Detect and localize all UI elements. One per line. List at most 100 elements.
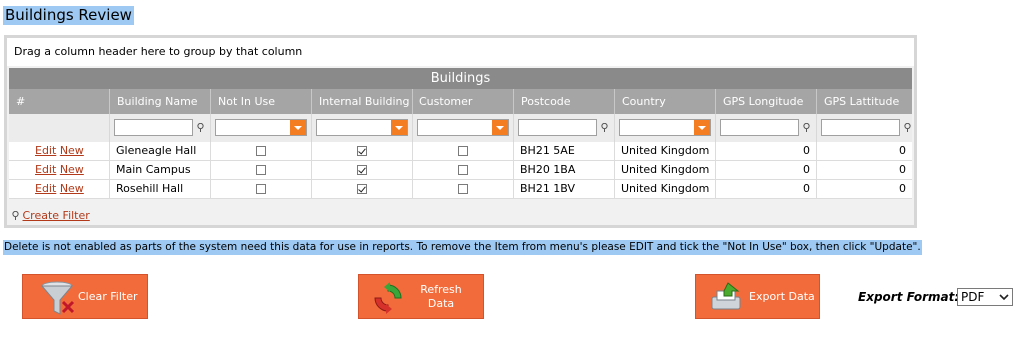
- funnel-icon: [40, 281, 75, 315]
- internal-building-cell: [312, 142, 413, 160]
- column-header-postcode[interactable]: Postcode: [514, 89, 615, 114]
- row-actions: Edit New: [9, 161, 110, 179]
- grid-caption: Buildings: [9, 68, 912, 89]
- column-header-internal-building[interactable]: Internal Building: [312, 89, 413, 114]
- edit-link[interactable]: Edit: [35, 182, 56, 195]
- not-in-use-cell: [211, 161, 312, 179]
- internal-building-cell: [312, 161, 413, 179]
- not-in-use-cell: [211, 180, 312, 198]
- new-link[interactable]: New: [60, 182, 84, 195]
- column-header-number[interactable]: #: [9, 89, 110, 114]
- building-name-cell: Rosehill Hall: [110, 180, 211, 198]
- chevron-down-icon[interactable]: [492, 120, 508, 135]
- gps-longitude-cell: 0: [716, 161, 817, 179]
- filter-pin-icon[interactable]: [803, 123, 810, 132]
- internal-building-cell: [312, 180, 413, 198]
- filter-dropdown-internal-building[interactable]: [316, 119, 408, 136]
- filter-cell-gps-longitude: [716, 114, 817, 142]
- new-link[interactable]: New: [60, 163, 84, 176]
- customer-building-cell: [413, 161, 514, 179]
- export-format-value: PDF: [961, 290, 985, 304]
- export-data-button[interactable]: Export Data: [695, 274, 820, 319]
- filter-pin-icon: [12, 210, 19, 220]
- filter-row: [9, 114, 912, 142]
- row-actions: Edit New: [9, 180, 110, 198]
- internal-building-checkbox[interactable]: [357, 165, 367, 175]
- gps-lattitude-cell: 0: [899, 144, 906, 157]
- postcode-cell: BH20 1BA: [514, 161, 615, 179]
- gps-lattitude-cell: 0: [899, 163, 906, 176]
- buildings-grid: Drag a column header here to group by th…: [4, 35, 917, 228]
- column-header-gps-longitude[interactable]: GPS Longitude: [716, 89, 817, 114]
- edit-link[interactable]: Edit: [35, 163, 56, 176]
- customer-building-cell: [413, 180, 514, 198]
- group-by-panel[interactable]: Drag a column header here to group by th…: [7, 38, 914, 66]
- refresh-icon: [374, 282, 402, 314]
- row-actions: Edit New: [9, 142, 110, 160]
- not-in-use-checkbox[interactable]: [256, 184, 266, 194]
- gps-lattitude-cell: 0: [899, 182, 906, 195]
- refresh-data-label: Refresh Data: [415, 283, 467, 311]
- filter-pin-icon[interactable]: [197, 123, 204, 132]
- column-header-country[interactable]: Country: [615, 89, 716, 114]
- not-in-use-checkbox[interactable]: [256, 146, 266, 156]
- table-row: Edit New Rosehill Hall BH21 1BV United K…: [9, 180, 912, 199]
- filter-pin-icon[interactable]: [601, 123, 608, 132]
- customer-building-checkbox[interactable]: [458, 165, 468, 175]
- customer-building-checkbox[interactable]: [458, 184, 468, 194]
- export-format-label: Export Format:: [858, 290, 960, 304]
- filter-cell-building-name: [110, 114, 211, 142]
- export-icon: [711, 282, 741, 310]
- not-in-use-checkbox[interactable]: [256, 165, 266, 175]
- country-cell: United Kingdom: [615, 180, 716, 198]
- column-header-not-in-use[interactable]: Not In Use: [211, 89, 312, 114]
- create-filter: Create Filter: [12, 209, 90, 222]
- filter-dropdown-customer-building[interactable]: [417, 119, 509, 136]
- chevron-down-icon[interactable]: [391, 120, 407, 135]
- create-filter-link[interactable]: Create Filter: [23, 209, 90, 222]
- table-row: Edit New Main Campus BH20 1BA United Kin…: [9, 161, 912, 180]
- refresh-label-line1: Refresh: [420, 283, 462, 296]
- filter-cell-customer-building: [413, 114, 514, 142]
- filter-input-gps-lattitude[interactable]: [821, 119, 900, 136]
- chevron-down-icon[interactable]: [694, 120, 710, 135]
- edit-link[interactable]: Edit: [35, 144, 56, 157]
- refresh-data-button[interactable]: Refresh Data: [358, 274, 484, 319]
- building-name-cell: Main Campus: [110, 161, 211, 179]
- table-row: Edit New Gleneagle Hall BH21 5AE United …: [9, 142, 912, 161]
- export-format-select[interactable]: PDF: [957, 288, 1013, 306]
- filter-dropdown-country[interactable]: [619, 119, 711, 136]
- clear-filter-label: Clear Filter: [78, 290, 138, 303]
- internal-building-checkbox[interactable]: [357, 184, 367, 194]
- export-data-label: Export Data: [749, 290, 815, 303]
- internal-building-checkbox[interactable]: [357, 146, 367, 156]
- filter-cell-country: [615, 114, 716, 142]
- filter-input-gps-longitude[interactable]: [720, 119, 799, 136]
- clear-filter-button[interactable]: Clear Filter: [22, 274, 148, 319]
- filter-input-building-name[interactable]: [114, 119, 193, 136]
- building-name-cell: Gleneagle Hall: [110, 142, 211, 160]
- filter-cell-gps-lattitude: [817, 114, 912, 142]
- column-header-building-name[interactable]: Building Name: [110, 89, 211, 114]
- gps-longitude-cell: 0: [716, 180, 817, 198]
- new-link[interactable]: New: [60, 144, 84, 157]
- chevron-down-icon[interactable]: [290, 120, 306, 135]
- delete-notice: Delete is not enabled as parts of the sy…: [3, 240, 922, 255]
- filter-dropdown-not-in-use[interactable]: [215, 119, 307, 136]
- not-in-use-cell: [211, 142, 312, 160]
- country-cell: United Kingdom: [615, 142, 716, 160]
- filter-cell-internal-building: [312, 114, 413, 142]
- gps-longitude-cell: 0: [716, 142, 817, 160]
- postcode-cell: BH21 1BV: [514, 180, 615, 198]
- refresh-label-line2: Data: [427, 297, 455, 310]
- postcode-cell: BH21 5AE: [514, 142, 615, 160]
- filter-cell-postcode: [514, 114, 615, 142]
- column-header-customer-building[interactable]: Customer Building: [413, 89, 514, 133]
- column-header-gps-lattitude[interactable]: GPS Lattitude: [817, 89, 912, 114]
- filter-pin-icon[interactable]: [904, 123, 911, 132]
- filter-input-postcode[interactable]: [518, 119, 597, 136]
- filter-cell-number: [9, 114, 110, 142]
- customer-building-checkbox[interactable]: [458, 146, 468, 156]
- page-title: Buildings Review: [3, 6, 134, 25]
- customer-building-cell: [413, 142, 514, 160]
